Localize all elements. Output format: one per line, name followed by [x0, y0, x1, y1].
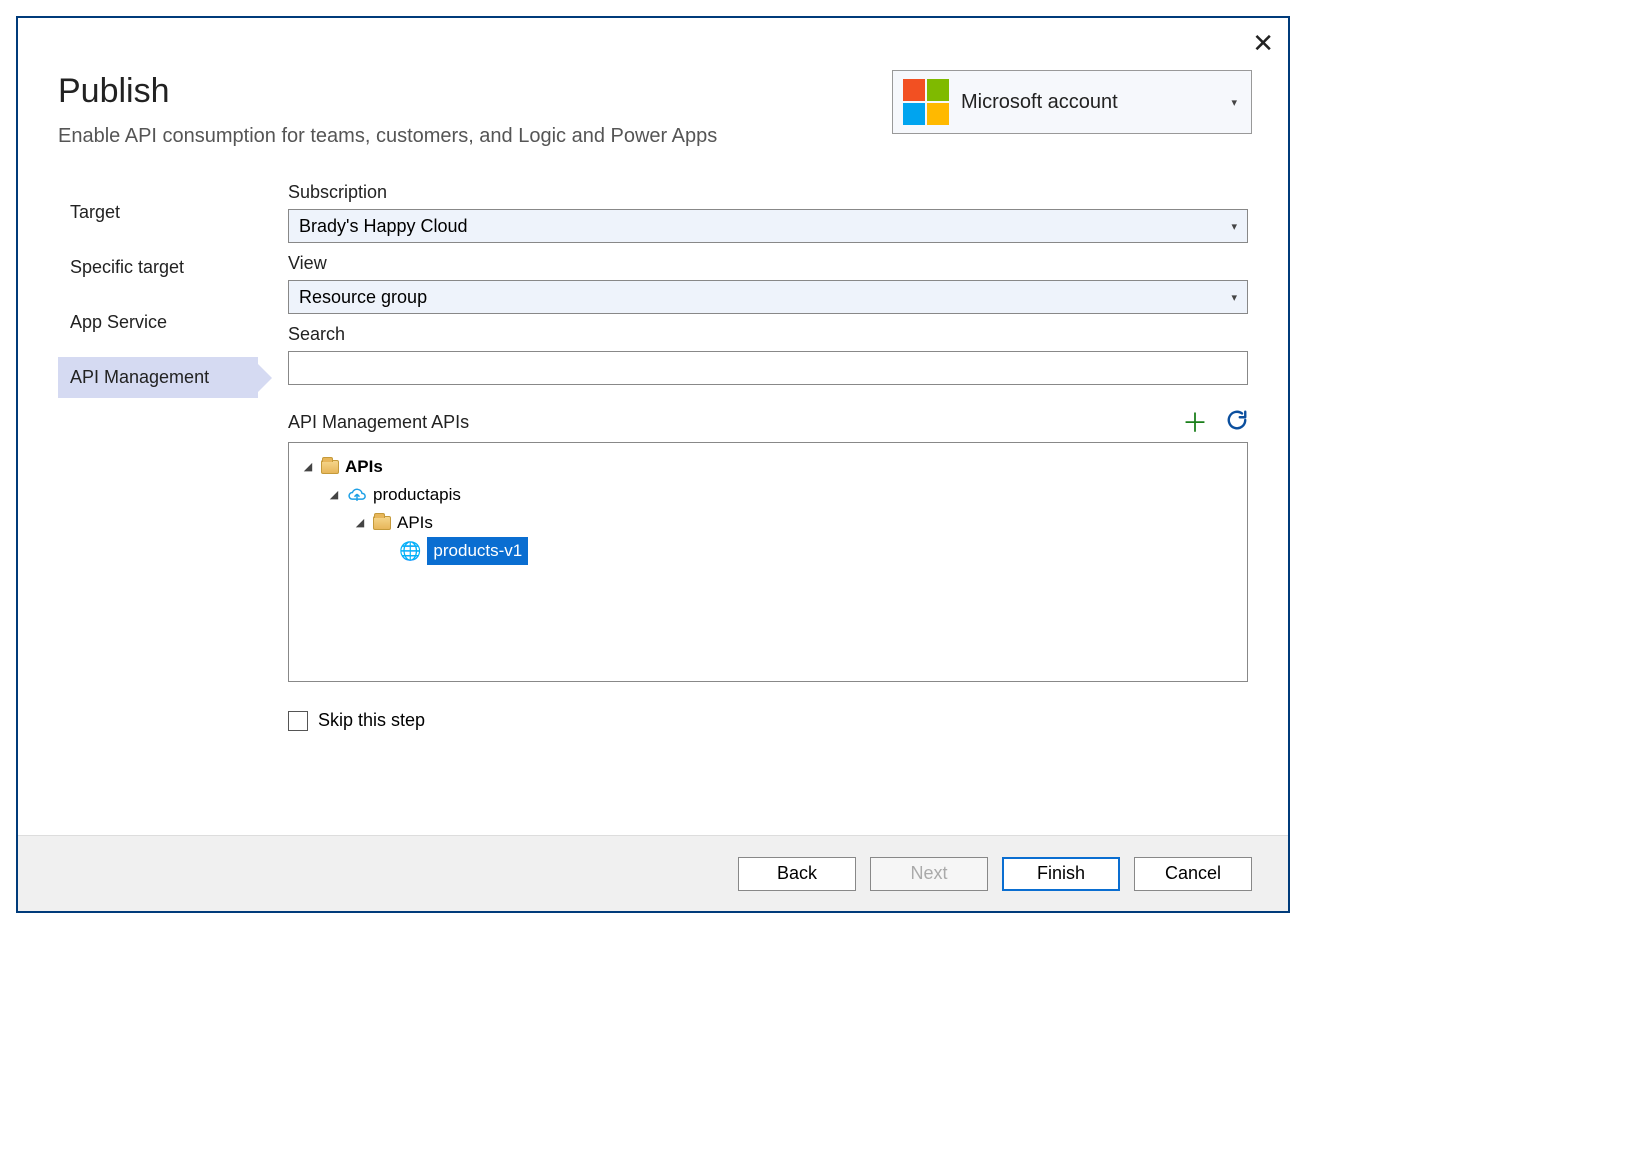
logo-square-bl	[903, 103, 925, 125]
sidebar-item-target[interactable]: Target	[58, 192, 258, 233]
dialog-footer: Back Next Finish Cancel	[18, 835, 1288, 911]
refresh-icon[interactable]	[1226, 409, 1248, 436]
folder-icon	[373, 516, 391, 530]
main-panel: Subscription Brady's Happy Cloud ▾ View …	[288, 178, 1248, 815]
chevron-down-icon: ▾	[1231, 96, 1241, 109]
search-input[interactable]	[288, 351, 1248, 385]
tree-child-folder-label: APIs	[397, 509, 433, 537]
logo-square-br	[927, 103, 949, 125]
sidebar-item-api-management[interactable]: API Management	[58, 357, 258, 398]
globe-icon: 🌐	[399, 537, 421, 565]
cloud-icon	[347, 487, 367, 503]
skip-step-checkbox[interactable]	[288, 711, 308, 731]
view-value: Resource group	[299, 287, 427, 308]
publish-dialog: ✕ Microsoft account ▾ Publish Enable API…	[16, 16, 1290, 913]
subscription-label: Subscription	[288, 182, 1248, 203]
chevron-down-icon: ▾	[1231, 220, 1237, 233]
subscription-dropdown[interactable]: Brady's Happy Cloud ▾	[288, 209, 1248, 243]
search-label: Search	[288, 324, 1248, 345]
skip-step-label: Skip this step	[318, 710, 425, 731]
subscription-value: Brady's Happy Cloud	[299, 216, 468, 237]
skip-step-row: Skip this step	[288, 710, 1248, 731]
tree-node-root[interactable]: ◢ APIs	[297, 453, 1239, 481]
tree-root-label: APIs	[345, 453, 383, 481]
account-label: Microsoft account	[961, 91, 1219, 114]
add-icon[interactable]: ＋	[1182, 410, 1208, 436]
cancel-button[interactable]: Cancel	[1134, 857, 1252, 891]
sidebar-item-app-service[interactable]: App Service	[58, 302, 258, 343]
expand-arrow-icon[interactable]: ◢	[353, 509, 367, 537]
back-button[interactable]: Back	[738, 857, 856, 891]
logo-square-tl	[903, 79, 925, 101]
chevron-down-icon: ▾	[1231, 291, 1237, 304]
tree-node-child-folder[interactable]: ◢ APIs	[297, 509, 1239, 537]
microsoft-logo-icon	[903, 79, 949, 125]
sidebar: Target Specific target App Service API M…	[58, 178, 258, 815]
body: Target Specific target App Service API M…	[18, 148, 1288, 835]
api-list-label: API Management APIs	[288, 412, 469, 433]
api-tree[interactable]: ◢ APIs ◢ productapis ◢ APIs	[288, 442, 1248, 682]
api-list-header: API Management APIs ＋	[288, 409, 1248, 436]
tree-node-selected-api[interactable]: 🌐 products-v1	[297, 537, 1239, 565]
folder-icon	[321, 460, 339, 474]
view-label: View	[288, 253, 1248, 274]
view-dropdown[interactable]: Resource group ▾	[288, 280, 1248, 314]
tree-selected-api-label: products-v1	[427, 537, 528, 565]
next-button: Next	[870, 857, 988, 891]
tree-node-service[interactable]: ◢ productapis	[297, 481, 1239, 509]
account-selector[interactable]: Microsoft account ▾	[892, 70, 1252, 134]
api-list-actions: ＋	[1182, 409, 1248, 436]
sidebar-item-specific-target[interactable]: Specific target	[58, 247, 258, 288]
expand-arrow-icon[interactable]: ◢	[327, 481, 341, 509]
tree-service-label: productapis	[373, 481, 461, 509]
finish-button[interactable]: Finish	[1002, 857, 1120, 891]
close-icon[interactable]: ✕	[1252, 30, 1274, 56]
logo-square-tr	[927, 79, 949, 101]
expand-arrow-icon[interactable]: ◢	[301, 453, 315, 481]
